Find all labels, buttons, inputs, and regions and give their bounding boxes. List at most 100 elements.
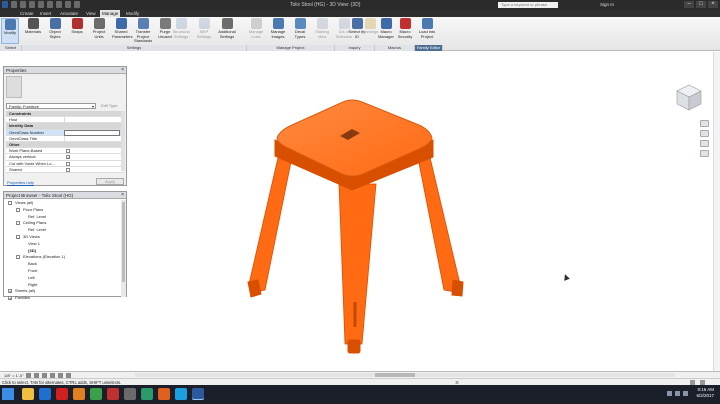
measure-icon[interactable]	[56, 1, 62, 8]
expand-toggle-icon[interactable]: -	[16, 234, 20, 239]
pan-icon[interactable]	[700, 140, 709, 147]
panel-inquiry[interactable]: Inquiry	[335, 45, 375, 51]
manage-images-button[interactable]: Manage Images	[269, 18, 287, 44]
maximize-button[interactable]: □	[696, 1, 706, 8]
omniclass-title-value[interactable]	[64, 135, 120, 142]
panel-macros[interactable]: Macros	[375, 45, 415, 51]
expand-toggle-icon[interactable]: +	[8, 289, 12, 294]
work-plane-based-checkbox[interactable]	[66, 149, 70, 154]
close-icon[interactable]: ×	[121, 67, 124, 74]
tree-item-3d[interactable]: {3D}	[4, 248, 122, 255]
omniclass-number-field[interactable]	[64, 129, 120, 136]
panel-manage-project[interactable]: Manage Project	[247, 45, 335, 51]
search-input[interactable]: Type a keyword or phrase	[498, 2, 558, 8]
tree-item-floor-plans[interactable]: - Floor Plans	[4, 207, 122, 214]
network-icon[interactable]	[667, 391, 672, 396]
snaps-button[interactable]: Snaps	[68, 18, 86, 44]
app-gray-icon[interactable]	[124, 388, 136, 400]
stool-model[interactable]	[130, 52, 720, 372]
materials-button[interactable]: Materials	[24, 18, 42, 44]
app-menu-icon[interactable]	[2, 1, 8, 8]
autodesk-a-icon[interactable]	[107, 388, 119, 400]
starting-view-button[interactable]: Starting View	[313, 18, 331, 44]
load-into-project-button[interactable]: Load into Project	[418, 18, 436, 44]
manage-links-button[interactable]: Manage Links	[247, 18, 265, 44]
print-icon[interactable]	[47, 1, 53, 8]
horizontal-scrollbar[interactable]	[135, 373, 675, 377]
save-icon[interactable]	[20, 1, 26, 8]
object-styles-button[interactable]: Object Styles	[46, 18, 64, 44]
outlook-icon[interactable]	[39, 388, 51, 400]
panel-settings[interactable]: Settings	[22, 45, 247, 51]
tab-manage[interactable]: Manage	[100, 10, 121, 17]
3d-view-icon[interactable]	[74, 1, 80, 8]
zoom-icon[interactable]	[700, 130, 709, 137]
modify-button[interactable]: Modify	[1, 18, 19, 44]
macro-security-button[interactable]: Macro Security	[396, 18, 414, 44]
shared-checkbox[interactable]	[66, 167, 70, 172]
tree-item-right[interactable]: Right	[4, 282, 122, 289]
sign-in-link[interactable]: Sign In	[600, 2, 614, 7]
macro-manager-button[interactable]: Macro Manager	[377, 18, 395, 44]
tree-item-ref-level[interactable]: Ref. Level	[4, 227, 122, 234]
project-browser-scrollbar[interactable]	[121, 200, 126, 297]
acrobat-icon[interactable]	[56, 388, 68, 400]
file-explorer-icon[interactable]	[22, 388, 34, 400]
revit-icon[interactable]	[192, 388, 204, 400]
tab-annotate[interactable]: Annotate	[58, 10, 80, 17]
app-orange-icon[interactable]	[73, 388, 85, 400]
tree-item-view-1[interactable]: View 1	[4, 241, 122, 248]
cut-with-voids-when-lo-checkbox[interactable]	[66, 161, 70, 166]
tab-insert[interactable]: Insert	[38, 10, 53, 17]
always-vertical-checkbox[interactable]: ✓	[66, 155, 70, 160]
structural-settings-button[interactable]: Structural Settings	[172, 18, 190, 44]
orbit-icon[interactable]	[700, 150, 709, 157]
3d-viewport[interactable]	[130, 52, 720, 372]
scrollbar-thumb[interactable]	[375, 373, 415, 377]
tree-item-back[interactable]: Back	[4, 261, 122, 268]
properties-scrollbar[interactable]	[121, 111, 125, 171]
expand-toggle-icon[interactable]: -	[16, 221, 20, 226]
shared-parameters-button[interactable]: Shared Parameters	[112, 18, 133, 44]
volume-icon[interactable]	[675, 391, 680, 396]
close-button[interactable]: ×	[708, 1, 718, 8]
mep-settings-button[interactable]: MEP Settings	[195, 18, 213, 44]
steering-wheel-icon[interactable]	[700, 120, 709, 127]
open-icon[interactable]	[11, 1, 17, 8]
tree-item-sheets-all[interactable]: + Sheets (all)	[4, 288, 122, 295]
start-button[interactable]	[2, 388, 14, 400]
decal-types-button[interactable]: Decal Types	[291, 18, 309, 44]
transfer-project-standards-button[interactable]: Transfer Project Standards	[134, 18, 152, 44]
tab-view[interactable]: View	[84, 10, 98, 17]
expand-toggle-icon[interactable]: +	[8, 296, 12, 301]
panel-family-editor[interactable]: Family Editor	[415, 45, 443, 51]
additional-settings-button[interactable]: Additional Settings	[218, 18, 236, 44]
tree-item-ref-level[interactable]: Ref. Level	[4, 214, 122, 221]
family-type-selector[interactable]: Family: Furniture ▾	[6, 103, 96, 109]
tree-item-views-all[interactable]: - Views (all)	[4, 200, 122, 207]
tree-item-ceiling-plans[interactable]: - Ceiling Plans	[4, 220, 122, 227]
expand-toggle-icon[interactable]: -	[16, 207, 20, 212]
undo-icon[interactable]	[29, 1, 35, 8]
expand-toggle-icon[interactable]: -	[16, 255, 20, 260]
expand-toggle-icon[interactable]: -	[8, 201, 12, 206]
skype-icon[interactable]	[175, 388, 187, 400]
close-icon[interactable]: ×	[121, 192, 124, 199]
battery-icon[interactable]	[683, 391, 688, 396]
app-orange-2-icon[interactable]	[158, 388, 170, 400]
properties-help-link[interactable]: Properties help	[7, 180, 34, 185]
tab-modify[interactable]: Modify	[124, 10, 141, 17]
clock[interactable]: 9:16 AM 6/2/2017	[696, 387, 714, 399]
panel-select[interactable]: Select	[0, 45, 22, 51]
tree-item-families[interactable]: + Families	[4, 295, 122, 302]
text-icon[interactable]	[65, 1, 71, 8]
project-units-button[interactable]: Project Units	[90, 18, 108, 44]
redo-icon[interactable]	[38, 1, 44, 8]
host-value[interactable]	[64, 117, 120, 124]
viewcube-icon[interactable]	[674, 82, 704, 112]
vertical-scrollbar[interactable]	[713, 52, 720, 372]
tree-item-front[interactable]: Front	[4, 268, 122, 275]
edit-type-button[interactable]: Edit Type	[98, 103, 126, 109]
app-green-icon[interactable]	[141, 388, 153, 400]
tree-item-elevations-elevation-1[interactable]: - Elevations (Elevation 1)	[4, 254, 122, 261]
